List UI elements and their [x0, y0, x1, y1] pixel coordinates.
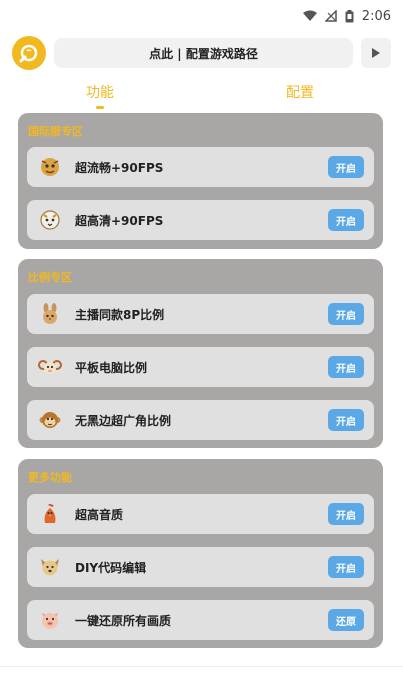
enable-button[interactable]: 开启	[328, 156, 364, 178]
rabbit-icon	[37, 301, 63, 327]
restore-button[interactable]: 还原	[328, 609, 364, 631]
item-label: DIY代码编辑	[75, 560, 147, 575]
battery-icon	[345, 9, 354, 23]
enable-button[interactable]: 开启	[328, 409, 364, 431]
section-title: 更多功能	[28, 471, 72, 484]
list-item: 超流畅+90FPS 开启	[27, 147, 374, 187]
signal-icon	[324, 10, 337, 22]
list-item: 主播同款8P比例 开启	[27, 294, 374, 334]
game-path-button[interactable]: 点此 | 配置游戏路径	[54, 38, 353, 68]
tiger-icon	[37, 207, 63, 233]
item-label: 一键还原所有画质	[75, 613, 172, 628]
enable-button[interactable]: 开启	[328, 356, 364, 378]
enable-button[interactable]: 开启	[328, 503, 364, 525]
section-international: 国际服专区 超流畅+90FPS 开启 超高清+90FPS 开启	[18, 113, 383, 249]
active-tab-indicator	[96, 106, 104, 109]
app-screen: 2:06 点此 | 配置游戏路径 功能 配置 国际服专区 超流畅+90FPS 开…	[0, 0, 403, 675]
dog-icon	[37, 554, 63, 580]
section-title: 比例专区	[28, 271, 72, 284]
tab-bar: 功能 配置	[0, 82, 403, 109]
monkey-icon	[37, 407, 63, 433]
ram-icon	[37, 354, 63, 380]
section-more: 更多功能 超高音质 开启 DIY代码编辑 开启 一键还原所有画质 还原	[18, 459, 383, 648]
list-item: 超高音质 开启	[27, 494, 374, 534]
item-label: 平板电脑比例	[75, 360, 148, 375]
enable-button[interactable]: 开启	[328, 556, 364, 578]
list-item: 无黑边超广角比例 开启	[27, 400, 374, 440]
item-label: 超流畅+90FPS	[75, 160, 164, 175]
enable-button[interactable]: 开启	[328, 303, 364, 325]
status-bar: 2:06	[0, 0, 403, 32]
item-label: 超高清+90FPS	[75, 213, 164, 228]
list-item: 平板电脑比例 开启	[27, 347, 374, 387]
list-item: 一键还原所有画质 还原	[27, 600, 374, 640]
play-icon	[371, 44, 381, 63]
item-label: 无黑边超广角比例	[75, 413, 172, 428]
item-label: 超高音质	[75, 507, 124, 522]
tab-functions[interactable]: 功能	[70, 82, 130, 102]
section-title: 国际服专区	[28, 125, 83, 138]
rooster-icon	[37, 501, 63, 527]
enable-button[interactable]: 开启	[328, 209, 364, 231]
app-logo-icon[interactable]	[12, 36, 46, 70]
section-ratio: 比例专区 主播同款8P比例 开启 平板电脑比例 开启 无黑边超广角比例 开启	[18, 259, 383, 448]
item-label: 主播同款8P比例	[75, 307, 165, 322]
dragon-icon	[37, 154, 63, 180]
status-time: 2:06	[361, 8, 391, 24]
list-item: 超高清+90FPS 开启	[27, 200, 374, 240]
tab-config[interactable]: 配置	[270, 82, 330, 102]
header: 点此 | 配置游戏路径	[12, 36, 391, 70]
pig-icon	[37, 607, 63, 633]
bottom-divider	[0, 666, 403, 667]
play-button[interactable]	[361, 38, 391, 68]
wifi-icon	[302, 10, 317, 22]
list-item: DIY代码编辑 开启	[27, 547, 374, 587]
